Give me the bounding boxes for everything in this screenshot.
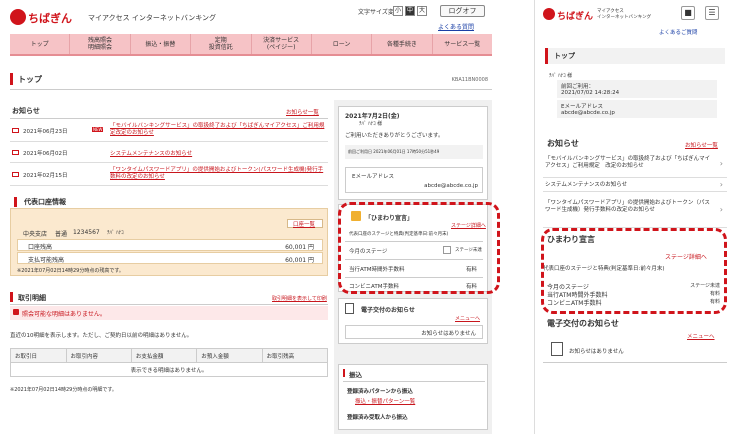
mobile-top-header: トップ [545, 48, 725, 64]
mobile-edoc-title: 電子交付のお知らせ [547, 319, 619, 328]
news-item: 2021年02月15日 「ワンタイムパスワードアプリ」の提供開始およびトークン(… [10, 164, 328, 186]
mail-icon [12, 128, 19, 133]
news-item: 2021年06月02日 システムメンテナンスのお知らせ [10, 143, 328, 163]
text-size-small-button[interactable]: 小 [393, 6, 403, 16]
nav-loan[interactable]: ローン [312, 34, 373, 54]
news-link[interactable]: 「モバイルバンキングサービス」の取扱終了および「ちばぎんマイアクセス」ご利用規定… [110, 123, 325, 137]
document-icon [551, 342, 563, 356]
page-title: トップ [18, 75, 42, 84]
transactions-table: お取引日 お取引内容 お支払金額 お預入金額 お取引残高 表示できる明細はありま… [10, 348, 329, 377]
account-panel: 口座一覧 中央支店 普通 1234567 ﾁﾊﾞ ﾊﾅｺ 口座残高 60,001… [10, 197, 328, 276]
welcome-card: 2021年7月2日(金) ﾁﾊﾞ ﾊﾅｺ 様 ご利用いただきありがとうございます… [338, 106, 488, 200]
chibagin-logo-icon [543, 8, 555, 20]
account-list-link[interactable]: 口座一覧 [293, 220, 315, 228]
account-title: 代表口座情報 [24, 198, 66, 206]
mobile-view: ちばぎん マイアクセス インターネットバンキング ■ ☰ よくあるご質問 トップ… [534, 0, 730, 434]
mobile-faq-link[interactable]: よくあるご質問 [659, 28, 698, 36]
balance-row: 口座残高 60,001 円 [17, 239, 323, 251]
available-row: 支払可能残高 60,001 円 [17, 252, 323, 264]
highlight-frame [338, 202, 500, 294]
menu-icon[interactable]: ☰ [705, 6, 719, 20]
text-size-mid-button[interactable]: 中 [405, 6, 415, 16]
furikomi-card: 振込 登録済みパターンから振込 振込・振替パターン一覧 登録済み受取人から振込 [338, 364, 488, 430]
edoc-card: 電子交付のお知らせ メニューへ お知らせはありません [338, 298, 488, 344]
mobile-news-title: お知らせ [547, 139, 579, 148]
nav-balance[interactable]: 残高照会 明細照会 [70, 34, 131, 54]
list-item[interactable]: 「モバイルバンキングサービス」の取扱終了および「ちばぎんマイアクセス」ご利用規定… [543, 154, 727, 178]
news-link[interactable]: 「ワンタイムパスワードアプリ」の提供開始およびトークン(パスワード生成機)発行手… [110, 167, 325, 181]
list-item[interactable]: 「ワンタイムパスワードアプリ」の提供開始およびトークン（パスワード生成機）発行手… [543, 196, 727, 228]
nav-payment[interactable]: 決済サービス (ペイジー) [252, 34, 312, 54]
news-list-link[interactable]: お知らせ一覧 [286, 108, 319, 116]
nav-deposit[interactable]: 定期 投資信託 [191, 34, 252, 54]
new-badge: NEW [92, 127, 104, 132]
faq-link[interactable]: よくある質問 [438, 22, 474, 31]
nav-transfer[interactable]: 振込・振替 [131, 34, 192, 54]
page-header: トップ KBA11BN0008 [10, 70, 492, 90]
brand-name: ちばぎん [28, 12, 72, 25]
brand-sub: マイアクセス インターネットバンキング [88, 14, 217, 22]
document-icon [345, 303, 354, 314]
nav-services[interactable]: サービス一覧 [433, 34, 492, 54]
text-size-large-button[interactable]: 大 [417, 6, 427, 16]
edoc-menu-link[interactable]: メニューへ [455, 315, 480, 322]
news-item: 2021年06月23日 NEW 「モバイルバンキングサービス」の取扱終了および「… [10, 120, 328, 142]
nav-top[interactable]: トップ [10, 34, 71, 54]
news-title: お知らせ [12, 107, 40, 115]
mobile-edoc-menu-link[interactable]: メニューへ [687, 332, 715, 340]
nav-procedures[interactable]: 各種手続き [372, 34, 433, 54]
warn-box: 照会可能な明細はありません。 [10, 306, 328, 320]
news-link[interactable]: システムメンテナンスのお知らせ [110, 149, 192, 157]
main-nav: トップ 残高照会 明細照会 振込・振替 定期 投資信託 決済サービス (ペイジー… [10, 34, 492, 56]
chibagin-logo-icon [10, 9, 26, 25]
page-code: KBA11BN0008 [451, 77, 488, 83]
list-item[interactable]: システムメンテナンスのお知らせ › [543, 180, 727, 192]
pattern-list-link[interactable]: 振込・振替パターン一覧 [355, 397, 415, 405]
mail-icon [12, 172, 19, 177]
transactions-title: 取引明細 [18, 294, 46, 302]
logout-button[interactable]: ログオフ [440, 5, 485, 17]
warning-icon [13, 309, 19, 315]
mobile-news-list-link[interactable]: お知らせ一覧 [685, 141, 718, 149]
print-link[interactable]: 取引明細を表示して印刷 [272, 295, 327, 302]
mail-icon [12, 150, 19, 155]
mobile-highlight-frame [541, 228, 727, 314]
lock-icon[interactable]: ■ [681, 6, 695, 20]
